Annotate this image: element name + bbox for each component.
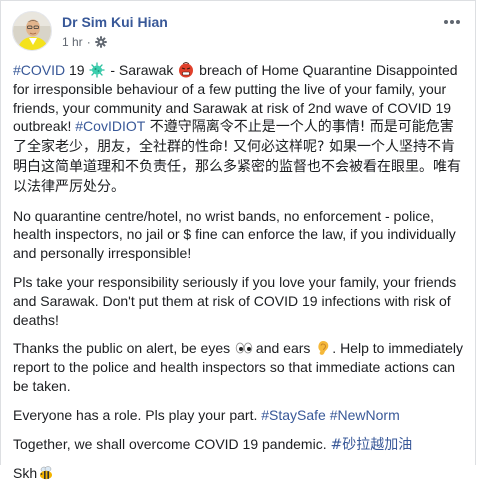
paragraph-text: - Sarawak [106, 62, 178, 78]
post-paragraph-4: Thanks the public on alert, be eyes and … [13, 339, 465, 395]
post-paragraph-2: No quarantine centre/hotel, no wrist ban… [13, 207, 456, 262]
angry-face-emoji-icon [178, 61, 194, 78]
paragraph-text: and ears [252, 340, 315, 357]
post-body: #COVID 19 - Sarawak breach of Home Quara… [13, 61, 465, 493]
avatar[interactable] [12, 11, 52, 51]
hashtag-staysafe[interactable]: #StaySafe [261, 407, 326, 423]
post-paragraph-1: #COVID 19 - Sarawak breach of Home Quara… [13, 61, 465, 197]
post-paragraph-6: Together, we shall overcome COVID 19 pan… [13, 435, 465, 455]
ear-emoji-icon [315, 340, 331, 356]
more-options-icon[interactable] [442, 15, 462, 29]
hashtag-newnorm[interactable]: #NewNorm [330, 407, 400, 423]
hashtag-covidiot[interactable]: #CovIDIOT [75, 118, 145, 134]
post-paragraph-3: Pls take your responsibility seriously i… [13, 273, 457, 328]
post-meta: 1 hr · [62, 35, 107, 49]
microbe-emoji-icon [89, 62, 106, 78]
eyes-emoji-icon [235, 340, 253, 356]
paragraph-text: 19 [65, 62, 89, 78]
avatar-photo [13, 12, 51, 50]
hashtag-sarawak-jiayou[interactable]: #砂拉越加油 [331, 437, 413, 453]
gear-icon[interactable] [94, 36, 107, 48]
post-author-name[interactable]: Dr Sim Kui Hian [62, 14, 168, 30]
post-paragraph-5: Everyone has a role. Pls play your part.… [13, 406, 465, 425]
signature-text: Skh [13, 465, 38, 482]
paragraph-text: Everyone has a role. Pls play your part. [13, 406, 262, 423]
post-card: Dr Sim Kui Hian 1 hr · #COVID 19 - Saraw… [0, 0, 476, 481]
meta-separator: · [86, 35, 91, 49]
paragraph-text: Thanks the public on alert, be eyes [13, 340, 235, 357]
post-timestamp[interactable]: 1 hr [62, 35, 83, 49]
hashtag-covid[interactable]: #COVID [13, 62, 65, 78]
post-paragraph-7: Skh [13, 464, 465, 483]
paragraph-text: Together, we shall overcome COVID 19 pan… [13, 435, 331, 452]
bee-emoji-icon [38, 465, 54, 481]
post-header: Dr Sim Kui Hian 1 hr · [12, 9, 468, 55]
